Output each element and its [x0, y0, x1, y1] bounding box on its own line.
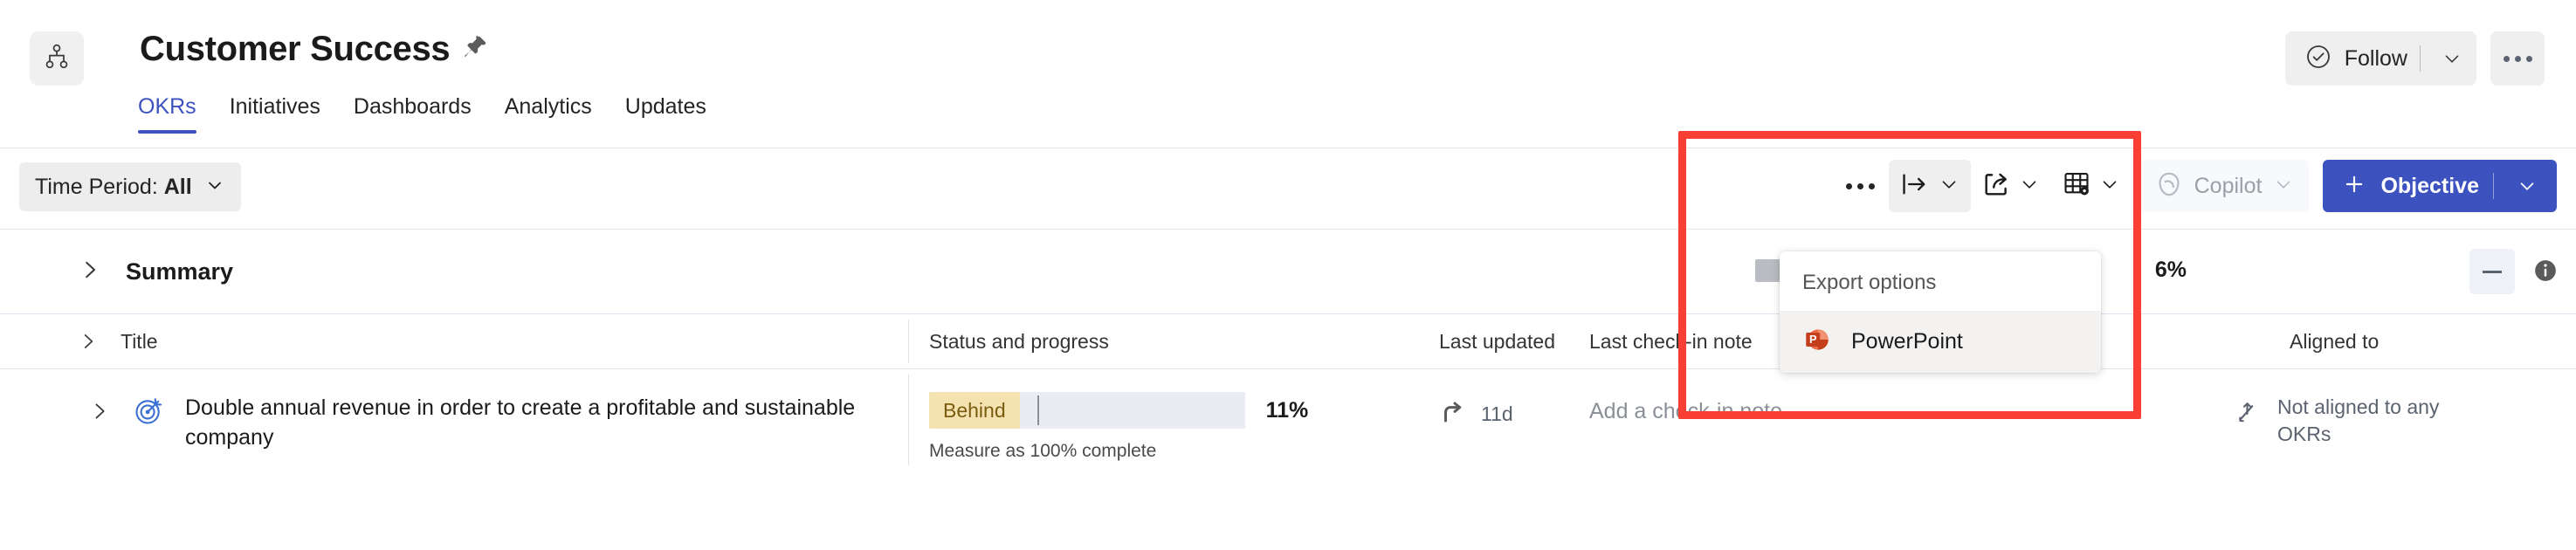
row-chevron-right-icon[interactable]: [87, 399, 112, 428]
add-objective-button[interactable]: Objective: [2323, 160, 2557, 212]
tab-initiatives[interactable]: Initiatives: [230, 94, 320, 134]
summary-collapse-button[interactable]: [2469, 249, 2515, 294]
page-header: Customer Success OKRs Initiatives Dashbo…: [0, 0, 2576, 148]
header-more-horizontal-icon[interactable]: [2490, 31, 2545, 86]
tab-okrs[interactable]: OKRs: [138, 94, 196, 134]
table-header-status[interactable]: Status and progress: [929, 314, 1109, 368]
table-header-title[interactable]: Title: [77, 314, 158, 368]
tab-analytics[interactable]: Analytics: [505, 94, 592, 134]
summary-percent: 6%: [2154, 258, 2187, 282]
summary-chevron-right-icon[interactable]: [77, 257, 103, 287]
export-chevron-down-icon: [1938, 173, 1960, 200]
table-row[interactable]: Double annual revenue in order to create…: [0, 369, 2576, 471]
objective-chevron-down-icon[interactable]: [2508, 175, 2546, 197]
time-period-label: Time Period: All: [35, 174, 192, 199]
copilot-button[interactable]: Copilot: [2139, 160, 2310, 212]
export-arrow-icon: [1899, 169, 1931, 203]
time-period-filter[interactable]: Time Period: All: [19, 162, 241, 211]
command-bar: Time Period: All Copilot Objective: [0, 148, 2576, 230]
svg-text:P: P: [1809, 333, 1817, 346]
table-header-last-updated[interactable]: Last updated: [1439, 314, 1555, 368]
add-objective-label: Objective: [2380, 173, 2479, 198]
summary-row: Summary 6%: [0, 230, 2576, 314]
main-tabs: OKRs Initiatives Dashboards Analytics Up…: [138, 94, 706, 134]
copilot-chevron-down-icon: [2272, 173, 2295, 200]
align-slash-icon: [2234, 399, 2260, 430]
share-button[interactable]: [1971, 160, 2051, 212]
follow-button[interactable]: Follow: [2284, 31, 2476, 86]
table-header-aligned-to[interactable]: Aligned to: [2290, 314, 2379, 368]
summary-segment-not-started: [1755, 259, 1781, 282]
header-actions: Follow: [2284, 31, 2545, 86]
view-chevron-down-icon: [2098, 173, 2121, 200]
time-period-chevron-down-icon: [204, 175, 225, 200]
tab-dashboards[interactable]: Dashboards: [354, 94, 472, 134]
command-overflow-more-horizontal-icon[interactable]: [1833, 160, 1889, 212]
row-checkin-placeholder[interactable]: Add a check-in note: [1589, 399, 1782, 424]
objective-divider: [2493, 173, 2494, 199]
column-divider: [908, 320, 909, 363]
table-header-title-label: Title: [121, 329, 158, 353]
target-objective-icon: [133, 395, 164, 431]
row-aligned-cell: Not aligned to any OKRs: [2234, 394, 2496, 448]
minus-icon: [2483, 270, 2502, 273]
row-title-cell: Double annual revenue in order to create…: [87, 394, 866, 453]
row-status-cell: Behind 11% Measure as 100% complete: [929, 392, 1308, 462]
row-last-checkin-cell[interactable]: Add a check-in note: [1589, 399, 1782, 424]
row-aligned-to: Not aligned to any OKRs: [2277, 395, 2440, 446]
summary-label: Summary: [126, 258, 234, 285]
row-last-updated: 11d: [1481, 402, 1513, 425]
pin-icon[interactable]: [462, 34, 488, 65]
page-title: Customer Success: [140, 30, 451, 68]
table-header: Title Status and progress Last updated L…: [0, 314, 2576, 369]
app-logo: [30, 31, 84, 86]
copilot-icon: [2154, 169, 2184, 203]
follow-label: Follow: [2344, 45, 2407, 71]
org-hierarchy-icon: [43, 43, 71, 75]
view-settings-button[interactable]: [2051, 160, 2132, 212]
row-progress-percent: 11%: [1265, 397, 1309, 423]
tab-updates[interactable]: Updates: [625, 94, 706, 134]
plus-icon: [2342, 172, 2366, 201]
share-chevron-down-icon: [2018, 173, 2041, 200]
column-divider: [908, 375, 909, 465]
row-title[interactable]: Double annual revenue in order to create…: [185, 394, 866, 453]
arrow-turn-right-icon: [1439, 399, 1465, 430]
progress-tick: [1037, 395, 1039, 425]
export-menu-item-label: PowerPoint: [1851, 329, 1963, 354]
info-icon[interactable]: [2532, 258, 2559, 284]
summary-left[interactable]: Summary: [77, 230, 233, 313]
share-icon: [1981, 169, 2011, 203]
follow-chevron-down-icon[interactable]: [2433, 47, 2471, 70]
row-last-updated-cell: 11d: [1439, 399, 1513, 430]
follow-divider: [2420, 45, 2421, 72]
status-badge[interactable]: Behind: [929, 392, 1020, 429]
export-menu-heading: Export options: [1802, 271, 1937, 294]
command-bar-actions: Copilot Objective: [1833, 160, 2557, 212]
row-measure-note: Measure as 100% complete: [929, 441, 1157, 461]
powerpoint-icon: P: [1802, 325, 1832, 359]
check-circle-icon: [2304, 43, 2332, 75]
time-period-value: All: [163, 174, 192, 199]
title-row: Customer Success: [140, 31, 488, 66]
row-progress-bar: [1019, 392, 1245, 429]
table-header-last-checkin[interactable]: Last check-in note: [1589, 314, 1753, 368]
expand-all-chevron-right-icon[interactable]: [77, 330, 100, 353]
export-options-menu: Export options P PowerPoint: [1780, 251, 2101, 373]
table-settings-icon: [2062, 169, 2091, 203]
export-menu-item-powerpoint[interactable]: P PowerPoint: [1780, 311, 2101, 373]
copilot-label: Copilot: [2194, 173, 2263, 198]
export-button[interactable]: [1888, 160, 1971, 212]
more-dots: [2503, 55, 2532, 62]
